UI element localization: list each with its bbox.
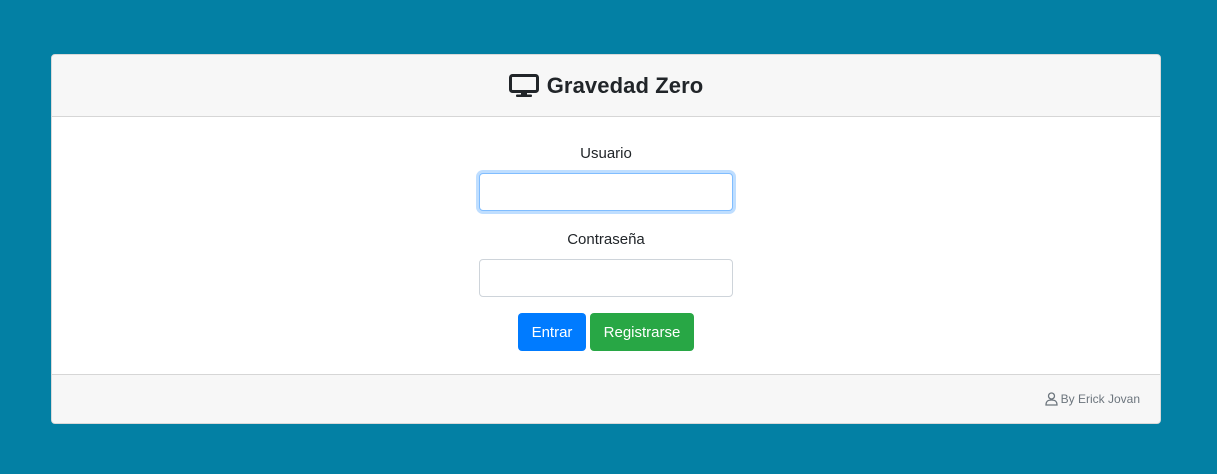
monitor-icon [508, 73, 539, 98]
username-group: Usuario [52, 144, 1160, 211]
username-label: Usuario [580, 145, 632, 162]
form-actions: Entrar Registrarse [52, 313, 1160, 351]
username-input[interactable] [479, 173, 733, 211]
register-button[interactable]: Registrarse [590, 313, 694, 351]
password-label: Contraseña [567, 231, 645, 248]
login-card: Gravedad Zero Usuario Contraseña Entrar … [51, 54, 1161, 424]
login-form: Usuario Contraseña Entrar Registrarse [52, 117, 1160, 375]
user-icon [1044, 392, 1058, 406]
card-header: Gravedad Zero [52, 55, 1160, 117]
password-input[interactable] [479, 259, 733, 297]
author-credit: By Erick Jovan [1060, 392, 1140, 406]
password-group: Contraseña [52, 230, 1160, 297]
login-button[interactable]: Entrar [518, 313, 586, 351]
card-footer: By Erick Jovan [52, 374, 1160, 423]
page-title: Gravedad Zero [546, 72, 704, 98]
